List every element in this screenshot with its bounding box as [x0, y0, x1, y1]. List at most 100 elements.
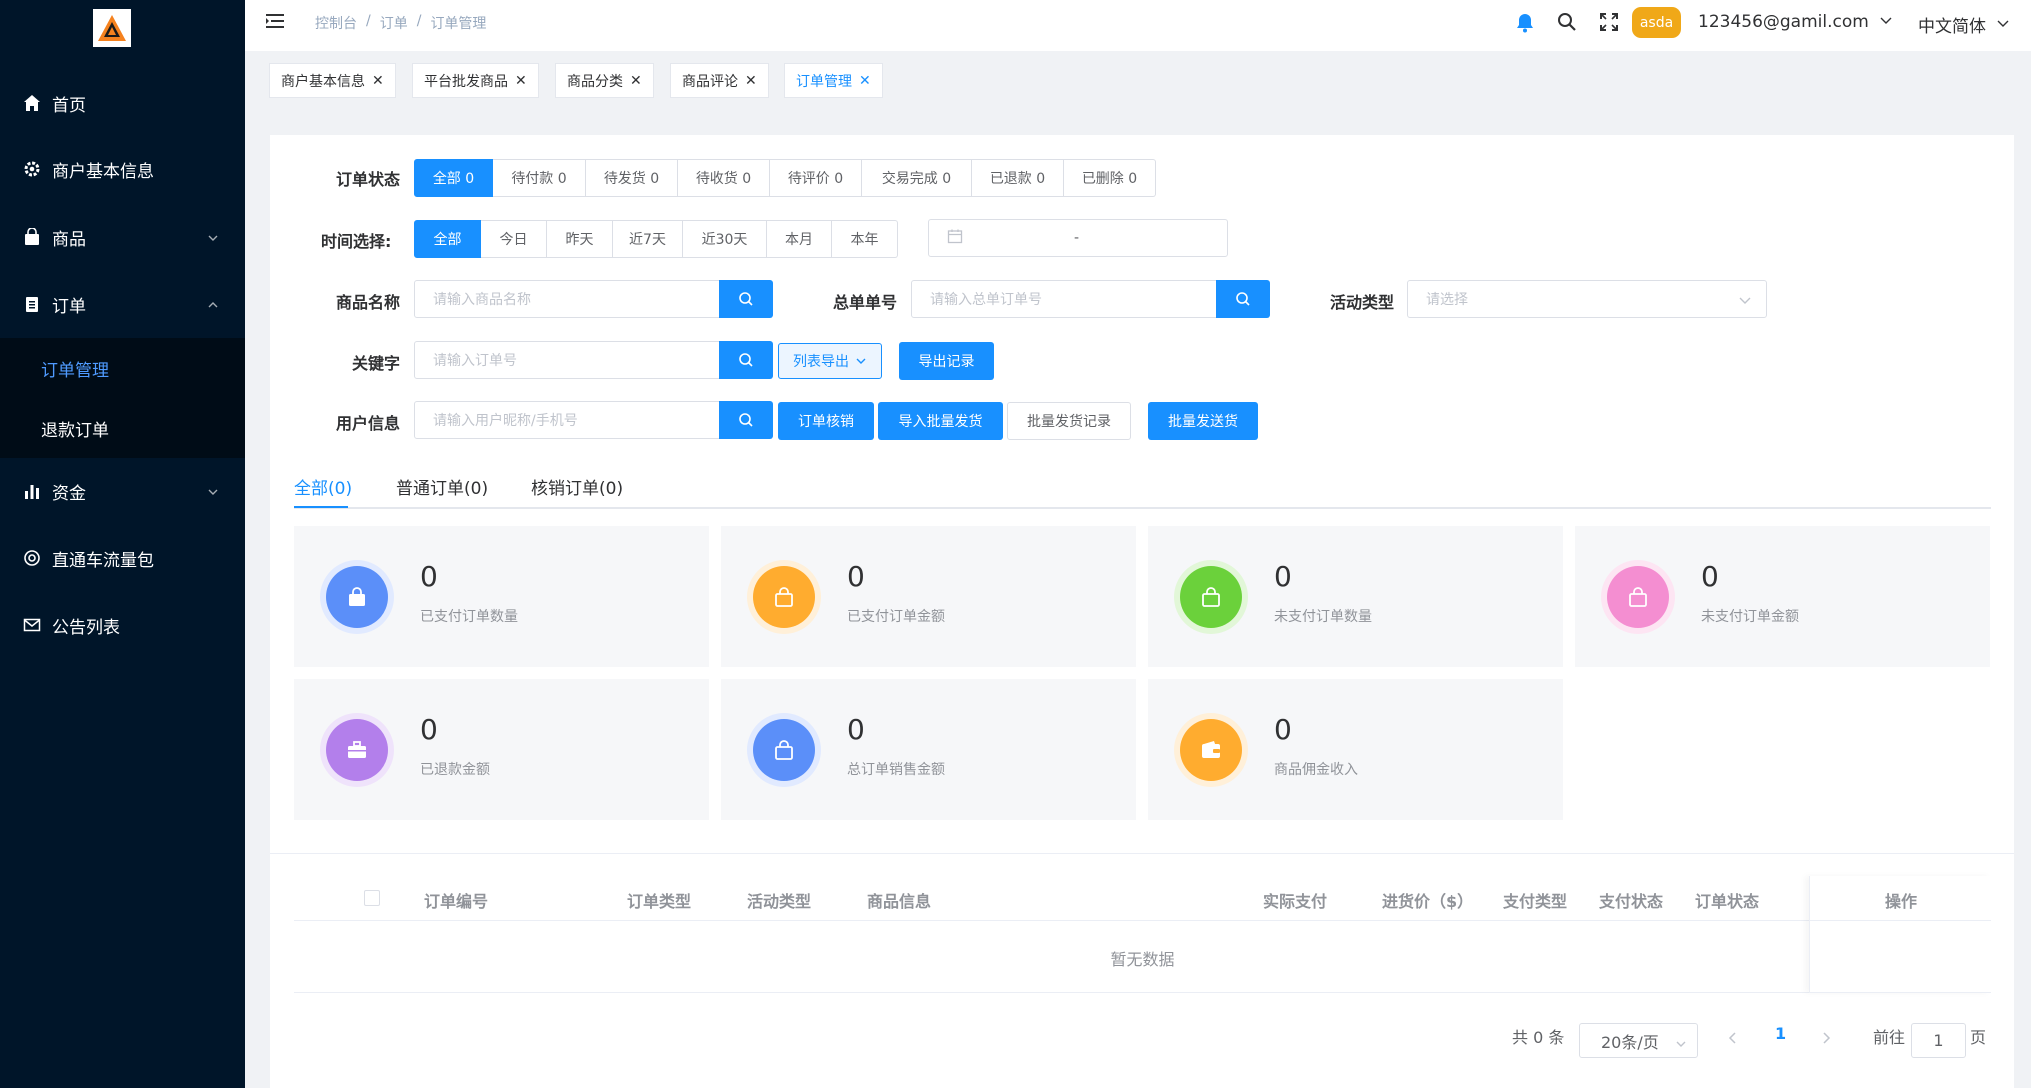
bell-icon[interactable]	[1515, 12, 1535, 38]
time-option-all[interactable]: 全部	[414, 220, 481, 258]
chevron-down-icon	[855, 355, 867, 367]
time-option-yesterday[interactable]: 昨天	[547, 220, 613, 258]
stat-refund-amount: 0 已退款金额	[294, 679, 709, 820]
stat-label: 总订单销售金额	[847, 762, 945, 778]
date-range-separator: -	[1074, 230, 1080, 246]
order-status-group: 全部 0 待付款 0 待发货 0 待收货 0 待评价 0 交易完成 0 已退款 …	[414, 159, 1156, 197]
status-option-completed[interactable]: 交易完成 0	[862, 159, 972, 197]
time-option-7days[interactable]: 近7天	[613, 220, 683, 258]
select-all-checkbox[interactable]	[364, 890, 380, 906]
sidebar-item-announcements[interactable]: 公告列表	[0, 595, 245, 655]
tab-verified-orders[interactable]: 核销订单(0)	[531, 474, 623, 499]
chevron-down-icon	[1879, 12, 1893, 32]
status-option-pending-payment[interactable]: 待付款 0	[493, 159, 586, 197]
sidebar-item-label: 商品	[52, 229, 86, 250]
search-icon[interactable]	[1557, 12, 1577, 36]
close-icon[interactable]: ✕	[515, 73, 527, 89]
breadcrumb-item[interactable]: 订单	[380, 13, 408, 33]
active-tab-indicator	[294, 506, 348, 508]
sidebar-item-orders[interactable]: 订单	[0, 274, 245, 334]
date-range-picker[interactable]: -	[928, 219, 1228, 257]
sidebar: 首页 商户基本信息 商品 订单 订单管理 退款订单 资金 直通车流量包 公告列表	[0, 0, 245, 1088]
search-icon	[739, 353, 753, 367]
tag-label: 商品分类	[567, 73, 623, 90]
prev-page-button[interactable]	[1727, 1031, 1739, 1049]
status-option-deleted[interactable]: 已删除 0	[1064, 159, 1156, 197]
order-number-input[interactable]: 请输入总单订单号	[911, 280, 1217, 318]
close-icon[interactable]: ✕	[630, 73, 642, 89]
tab-all[interactable]: 全部(0)	[294, 474, 352, 499]
time-option-this-year[interactable]: 本年	[832, 220, 898, 258]
sidebar-item-funds[interactable]: 资金	[0, 461, 245, 521]
calendar-icon	[947, 228, 963, 248]
keyword-label: 关键字	[352, 354, 401, 373]
sidebar-item-merchant-info[interactable]: 商户基本信息	[0, 139, 245, 199]
batch-ship-button[interactable]: 批量发送货	[1148, 402, 1258, 440]
page-size-select[interactable]: 20条/页	[1579, 1023, 1698, 1058]
tag-order-management[interactable]: 订单管理 ✕	[784, 63, 883, 98]
batch-ship-record-button[interactable]: 批量发货记录	[1007, 402, 1131, 440]
stat-value: 0	[420, 560, 438, 593]
stat-unpaid-order-amount: 0 未支付订单金额	[1575, 526, 1990, 667]
page-size-value: 20条/页	[1601, 1032, 1659, 1052]
tag-label: 商户基本信息	[281, 73, 365, 90]
stat-paid-order-amount: 0 已支付订单金额	[721, 526, 1136, 667]
activity-type-select[interactable]: 请选择	[1407, 280, 1767, 318]
time-option-this-month[interactable]: 本月	[767, 220, 832, 258]
status-option-pending-receipt[interactable]: 待收货 0	[678, 159, 770, 197]
user-info-input[interactable]: 请输入用户昵称/手机号	[414, 401, 720, 439]
bar-chart-icon	[22, 481, 42, 501]
keyword-search-button[interactable]	[719, 341, 773, 379]
sidebar-item-traffic-package[interactable]: 直通车流量包	[0, 528, 245, 588]
bag-icon	[753, 719, 815, 781]
column-activity-type: 活动类型	[747, 892, 812, 911]
user-search-button[interactable]	[719, 401, 773, 439]
status-option-pending-shipment[interactable]: 待发货 0	[586, 159, 678, 197]
tag-label: 商品评论	[682, 73, 738, 90]
sidebar-item-products[interactable]: 商品	[0, 207, 245, 267]
breadcrumb-item[interactable]: 控制台	[315, 13, 357, 33]
tag-product-category[interactable]: 商品分类 ✕	[555, 63, 654, 98]
keyword-input[interactable]: 请输入订单号	[414, 341, 720, 379]
close-icon[interactable]: ✕	[745, 73, 757, 89]
close-icon[interactable]: ✕	[372, 73, 384, 89]
table-empty-row: 暂无数据	[294, 921, 1991, 993]
hamburger-icon[interactable]	[265, 11, 285, 35]
stat-value: 0	[1701, 560, 1719, 593]
user-menu[interactable]: 123456@gamil.com	[1698, 12, 1893, 32]
sidebar-item-home[interactable]: 首页	[0, 73, 245, 133]
page-number-current[interactable]: 1	[1775, 1024, 1786, 1043]
product-name-input[interactable]: 请输入商品名称	[414, 280, 720, 318]
tag-label: 平台批发商品	[424, 73, 508, 90]
logo[interactable]	[93, 9, 131, 47]
goto-page-input[interactable]: 1	[1911, 1023, 1966, 1058]
sidebar-subitem-order-management[interactable]: 订单管理	[0, 338, 245, 398]
time-option-today[interactable]: 今日	[481, 220, 547, 258]
product-search-button[interactable]	[719, 280, 773, 318]
language-select[interactable]: 中文简体	[1918, 12, 2010, 37]
shopping-bag-icon	[22, 227, 42, 247]
time-option-30days[interactable]: 近30天	[683, 220, 767, 258]
tab-normal-orders[interactable]: 普通订单(0)	[396, 474, 488, 499]
fullscreen-icon[interactable]	[1599, 12, 1619, 36]
tag-merchant-info[interactable]: 商户基本信息 ✕	[269, 63, 396, 98]
goto-prefix: 前往	[1873, 1028, 1906, 1047]
next-page-button[interactable]	[1820, 1031, 1832, 1049]
sidebar-subitem-refund-orders[interactable]: 退款订单	[0, 398, 245, 458]
status-option-pending-review[interactable]: 待评价 0	[770, 159, 862, 197]
stat-commission-income: 0 商品佣金收入	[1148, 679, 1563, 820]
export-record-button[interactable]: 导出记录	[899, 342, 994, 380]
tag-product-reviews[interactable]: 商品评论 ✕	[670, 63, 769, 98]
stat-unpaid-order-count: 0 未支付订单数量	[1148, 526, 1563, 667]
tag-platform-wholesale[interactable]: 平台批发商品 ✕	[412, 63, 539, 98]
time-range-group: 全部 今日 昨天 近7天 近30天 本月 本年	[414, 220, 898, 258]
close-icon[interactable]: ✕	[859, 73, 871, 89]
status-option-all[interactable]: 全部 0	[414, 159, 493, 197]
avatar[interactable]: asda	[1632, 7, 1681, 38]
status-option-refunded[interactable]: 已退款 0	[972, 159, 1064, 197]
verify-order-button[interactable]: 订单核销	[778, 402, 874, 440]
import-batch-ship-button[interactable]: 导入批量发货	[878, 402, 1003, 440]
order-number-search-button[interactable]	[1216, 280, 1270, 318]
export-list-dropdown[interactable]: 列表导出	[778, 343, 882, 379]
bag-icon	[753, 566, 815, 628]
